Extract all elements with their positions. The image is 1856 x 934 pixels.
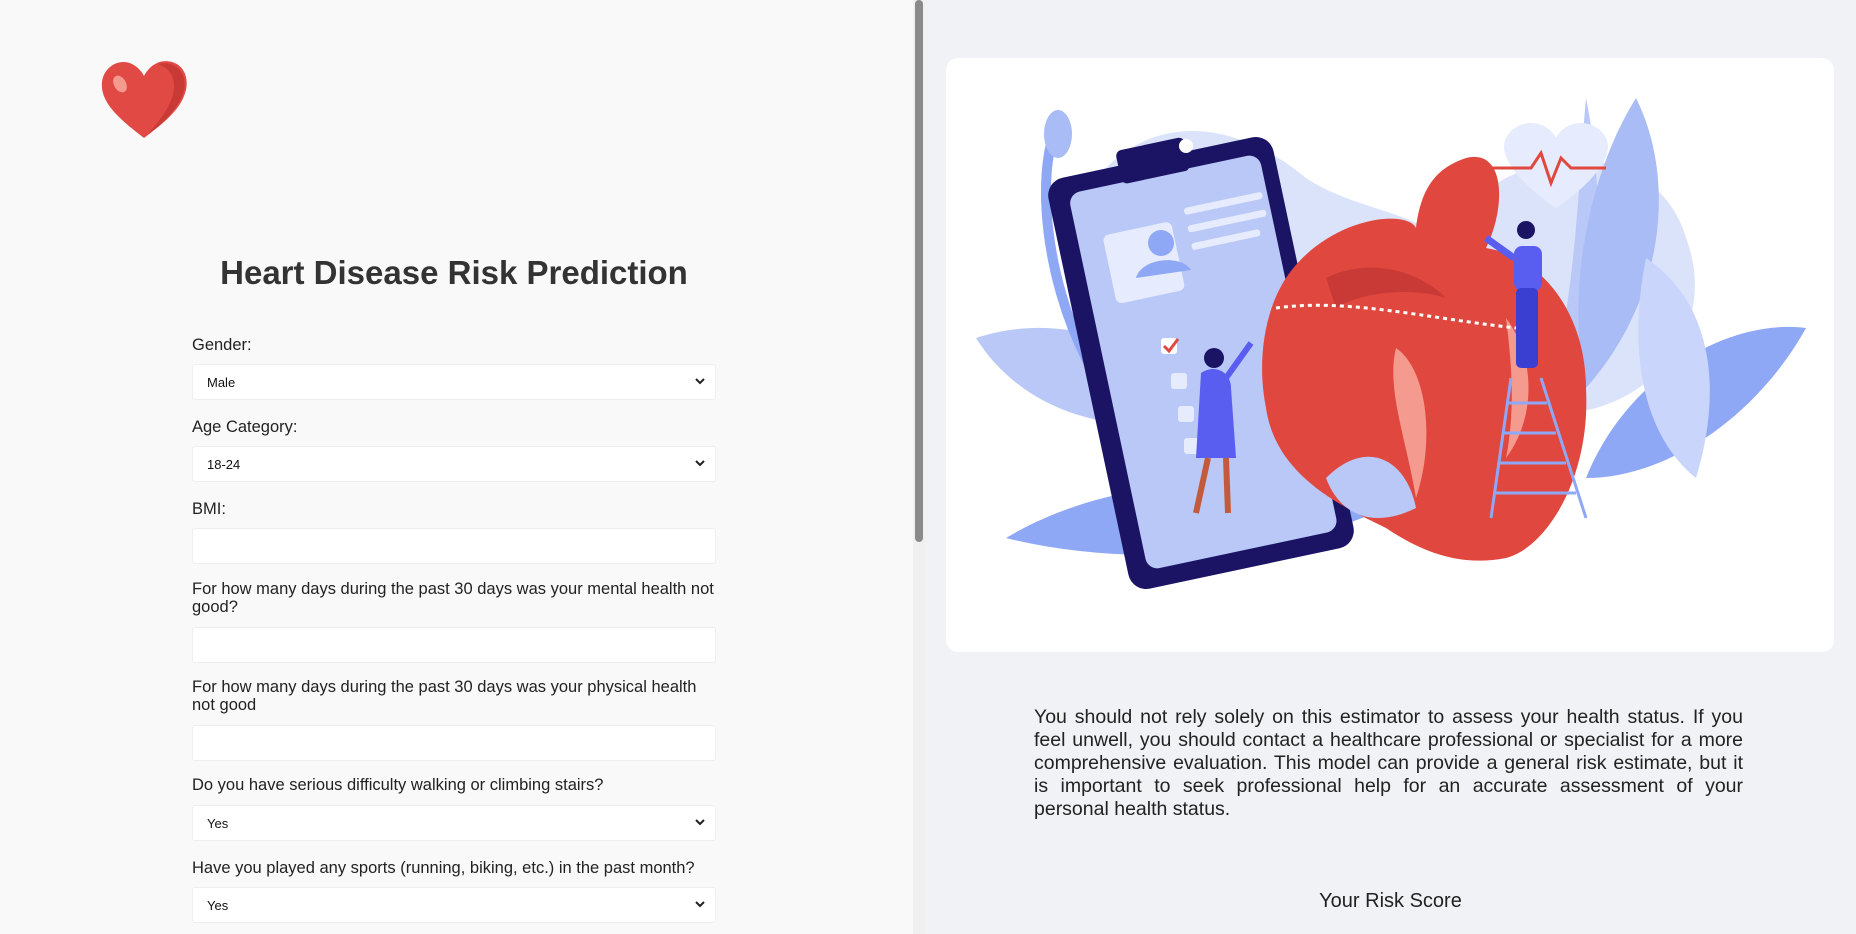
gender-select[interactable]: Male — [192, 364, 716, 400]
sports-label: Have you played any sports (running, bik… — [192, 859, 695, 877]
bmi-label: BMI: — [192, 500, 226, 518]
sports-value: Yes — [207, 898, 229, 913]
bmi-input[interactable] — [192, 528, 716, 564]
gender-label: Gender: — [192, 336, 252, 354]
disclaimer-text: You should not rely solely on this estim… — [1034, 706, 1743, 820]
illustration-card — [946, 58, 1834, 652]
heart-icon — [101, 61, 187, 138]
scrollbar[interactable] — [913, 0, 925, 934]
chevron-down-icon — [695, 819, 705, 826]
physical-health-label: For how many days during the past 30 day… — [192, 678, 697, 714]
form-panel: Heart Disease Risk Prediction Gender: Ma… — [0, 0, 913, 934]
risk-score-heading: Your Risk Score — [1319, 890, 1462, 912]
walking-difficulty-label: Do you have serious difficulty walking o… — [192, 776, 604, 794]
age-select[interactable]: 18-24 — [192, 446, 716, 482]
heart-illustration — [976, 98, 1806, 589]
mental-health-input[interactable] — [192, 627, 716, 663]
chevron-down-icon — [695, 378, 705, 385]
age-value: 18-24 — [207, 457, 241, 472]
physical-health-input[interactable] — [192, 725, 716, 761]
walking-difficulty-value: Yes — [207, 816, 229, 831]
page-title: Heart Disease Risk Prediction — [220, 254, 688, 291]
age-label: Age Category: — [192, 418, 298, 436]
mental-health-label: For how many days during the past 30 day… — [192, 580, 714, 616]
info-panel: You should not rely solely on this estim… — [925, 0, 1856, 934]
chevron-down-icon — [695, 901, 705, 908]
chevron-down-icon — [695, 460, 705, 467]
sports-select[interactable]: Yes — [192, 887, 716, 923]
scrollbar-thumb[interactable] — [915, 0, 923, 542]
gender-value: Male — [207, 375, 236, 390]
walking-difficulty-select[interactable]: Yes — [192, 805, 716, 841]
